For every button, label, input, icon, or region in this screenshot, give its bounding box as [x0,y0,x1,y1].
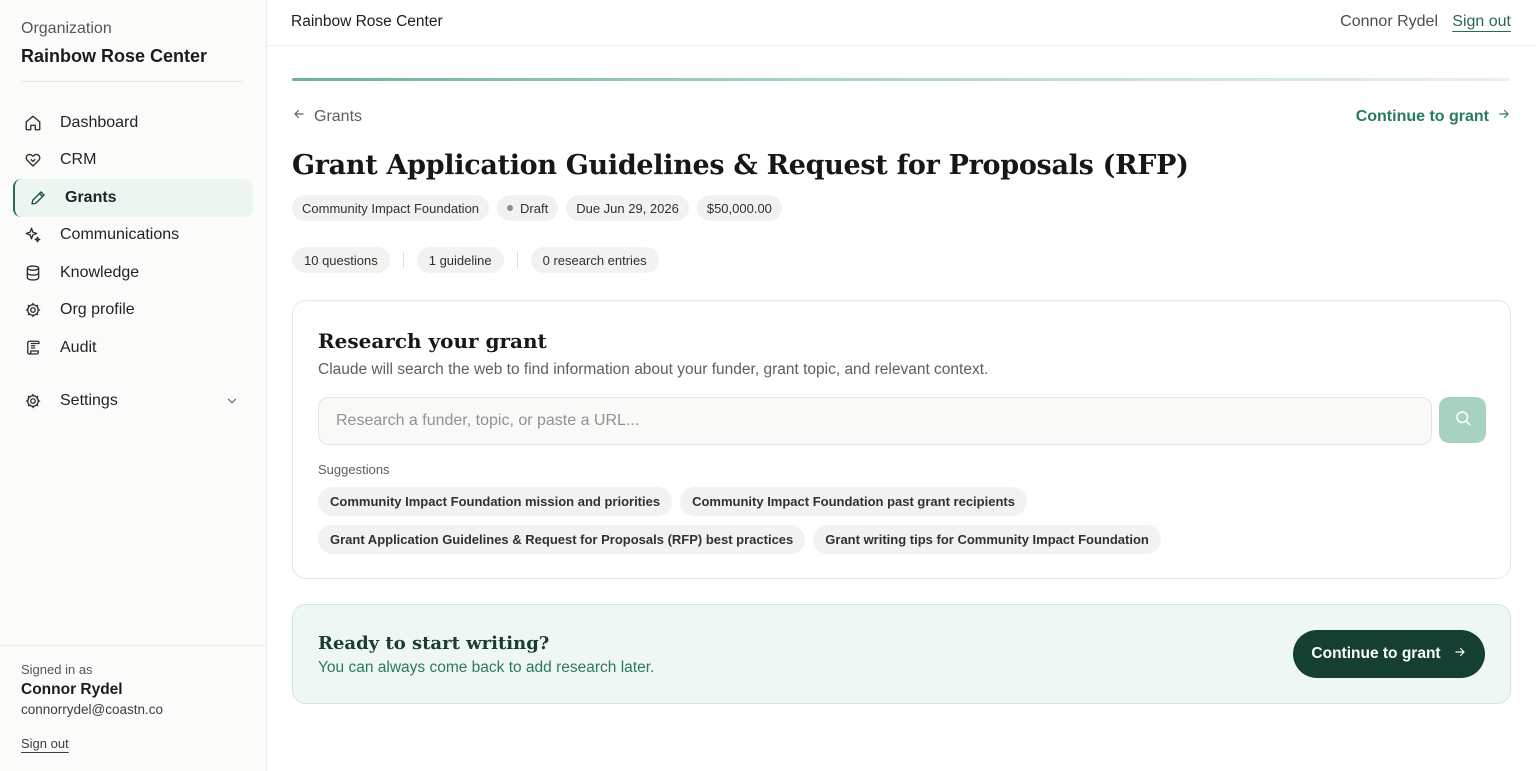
research-search-button[interactable] [1439,397,1486,443]
sparkle-icon [23,225,43,245]
research-subtitle: Claude will search the web to find infor… [318,361,989,378]
back-link-label: Grants [314,107,363,125]
arrow-right-icon [1497,107,1511,126]
research-title: Research your grant [318,329,547,353]
topbar-title: Rainbow Rose Center [291,13,443,30]
chevron-down-icon [225,394,239,413]
suggestions-list: Community Impact Foundation mission and … [318,487,1488,554]
sidebar-item-audit[interactable]: Audit [13,329,253,367]
questions-count: 10 questions [292,247,390,273]
pen-icon [28,188,48,208]
sidebar-item-dashboard[interactable]: Dashboard [13,104,253,142]
continue-link-label: Continue to grant [1355,107,1489,125]
status-dot [507,205,514,211]
org-name[interactable]: Rainbow Rose Center [21,46,243,67]
sidebar-item-label: CRM [60,151,97,169]
continue-button-label: Continue to grant [1311,645,1441,662]
sidebar-item-label: Audit [60,338,97,356]
gear-icon [23,300,43,320]
funder-chip: Community Impact Foundation [292,195,490,221]
sidebar-item-label: Grants [65,188,117,206]
sidebar-item-communications[interactable]: Communications [13,217,253,255]
sidebar-sign-out-link[interactable]: Sign out [21,736,69,751]
research-card: Research your grant Claude will search t… [292,300,1511,579]
topbar-user-name: Connor Rydel [1340,13,1438,30]
scroll-icon [23,338,43,358]
search-icon [1454,409,1472,432]
back-to-grants-link[interactable]: Grants [292,107,362,126]
suggestions-label: Suggestions [318,462,390,477]
divider [516,251,518,269]
topbar: Rainbow Rose Center Connor Rydel Sign ou… [267,0,1536,46]
home-icon [23,113,43,133]
suggestion-chip[interactable]: Grant writing tips for Community Impact … [813,525,1161,554]
guidelines-count: 1 guideline [416,247,504,273]
grant-meta-chips: Community Impact Foundation Draft Due Ju… [292,195,782,221]
signed-in-caption: Signed in as [21,662,93,677]
divider [402,251,404,269]
research-entries-count: 0 research entries [530,247,659,273]
org-caption: Organization [21,20,112,37]
sidebar-item-crm[interactable]: CRM [13,142,253,180]
amount-chip: $50,000.00 [696,195,782,221]
sidebar-item-label: Knowledge [60,263,140,281]
continue-to-grant-link[interactable]: Continue to grant [1356,107,1511,126]
arrow-left-icon [292,107,306,126]
signed-in-panel: Signed in as Connor Rydel connorrydel@co… [0,645,266,753]
arrow-right-icon [1453,645,1467,664]
handshake-icon [23,150,43,170]
sidebar-item-grants[interactable]: Grants [13,179,253,217]
sidebar-nav: Dashboard CRM Grants Communications Know… [13,104,253,420]
sidebar-item-knowledge[interactable]: Knowledge [13,254,253,292]
sidebar-item-settings[interactable]: Settings [13,383,253,421]
sidebar-item-label: Dashboard [60,113,139,131]
page-title: Grant Application Guidelines & Request f… [292,150,1189,181]
progress-bar [292,78,1510,81]
database-icon [23,263,43,283]
status-badge: Draft [497,195,559,221]
user-email: connorrydel@coastn.co [21,702,164,717]
user-name: Connor Rydel [21,681,123,698]
gear-icon [23,391,43,411]
grant-stats: 10 questions 1 guideline 0 research entr… [292,247,659,273]
sidebar-item-label: Settings [60,392,118,410]
due-date-chip: Due Jun 29, 2026 [566,195,689,221]
suggestion-chip[interactable]: Community Impact Foundation mission and … [318,487,673,516]
suggestion-chip[interactable]: Grant Application Guidelines & Request f… [318,525,806,554]
suggestion-chip[interactable]: Community Impact Foundation past grant r… [680,487,1027,516]
research-search-input[interactable] [318,397,1432,445]
sidebar-item-org-profile[interactable]: Org profile [13,292,253,330]
sidebar-item-label: Org profile [60,301,135,319]
sidebar: Organization Rainbow Rose Center Dashboa… [0,0,267,771]
sidebar-item-label: Communications [60,226,180,244]
ready-title: Ready to start writing? [318,633,550,654]
status-label: Draft [520,200,549,216]
org-block: Organization Rainbow Rose Center [21,20,243,82]
ready-card: Ready to start writing? You can always c… [292,604,1511,704]
continue-to-grant-button[interactable]: Continue to grant [1293,630,1485,678]
ready-subtitle: You can always come back to add research… [318,659,655,676]
topbar-sign-out-link[interactable]: Sign out [1452,13,1511,31]
